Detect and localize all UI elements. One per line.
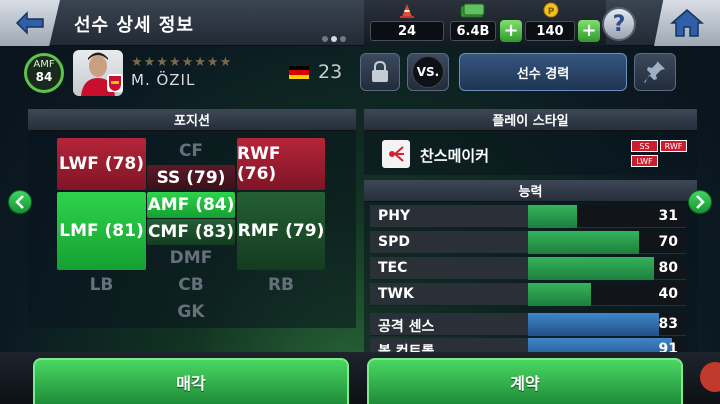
position-cb: CB	[178, 275, 204, 295]
position-ss: SS (79)	[147, 165, 235, 190]
club-badge-icon	[107, 74, 123, 92]
stat-label: TEC	[378, 260, 408, 276]
back-arrow-icon	[15, 11, 44, 35]
stat-bar	[528, 257, 655, 280]
stat-bar	[528, 283, 592, 306]
stat-row-phy: PHY 31	[370, 205, 686, 228]
add-cash-button[interactable]: +	[500, 20, 522, 42]
cone-count: 24	[370, 21, 444, 41]
cash-count: 6.4B	[450, 21, 496, 41]
cash-icon	[460, 3, 485, 18]
position-cf: CF	[178, 141, 204, 161]
pin-button[interactable]	[634, 53, 676, 91]
home-icon	[670, 9, 704, 37]
stat-value: 70	[658, 234, 678, 250]
stat-bar	[528, 231, 639, 254]
player-age: 23	[318, 61, 343, 83]
chance-maker-icon	[382, 140, 410, 168]
lock-button[interactable]	[360, 53, 400, 91]
compare-button[interactable]: VS.	[407, 53, 449, 91]
position-rwf: RWF (76)	[237, 138, 325, 190]
contract-button[interactable]: 계약	[367, 358, 683, 404]
playstyle-tag-lwf: LWF	[631, 155, 658, 167]
career-button[interactable]: 선수 경력	[459, 53, 627, 91]
chevron-right-icon	[696, 195, 705, 209]
help-button[interactable]: ?	[602, 7, 636, 41]
stat-bar	[528, 338, 672, 352]
ability-panel-title: 능력	[364, 180, 697, 202]
stat-value: 80	[658, 260, 678, 276]
stat-label: PHY	[378, 208, 411, 224]
stat-label: TWK	[378, 286, 414, 302]
stat-row-spd: SPD 70	[370, 231, 686, 254]
position-lwf: LWF (78)	[57, 138, 146, 190]
chevron-left-icon	[15, 195, 24, 209]
playstyle-tag-ss: SS	[631, 140, 658, 152]
vs-label: VS.	[412, 56, 444, 88]
stat-label: SPD	[378, 234, 410, 250]
position-lb: LB	[89, 275, 114, 295]
playstyle-panel-title: 플레이 스타일	[364, 109, 697, 131]
player-stars: ★★★★★★★★	[131, 55, 233, 70]
stat-row-ball-control: 볼 컨트롤 91	[370, 338, 686, 352]
home-button[interactable]	[654, 0, 720, 46]
position-rating-badge: AMF 84	[24, 53, 64, 93]
overall-rating: 84	[35, 70, 53, 84]
stat-value: 83	[658, 316, 678, 332]
coin-count: 140	[525, 21, 575, 41]
position-dmf: DMF	[169, 248, 213, 268]
lock-icon	[372, 61, 388, 82]
stat-value: 31	[658, 208, 678, 224]
stat-row-attack-sense: 공격 센스 83	[370, 313, 686, 336]
position-rb: RB	[267, 275, 295, 295]
cone-icon	[400, 4, 414, 18]
stat-value: 40	[658, 286, 678, 302]
add-coin-button[interactable]: +	[578, 20, 600, 42]
stat-bar	[528, 313, 660, 336]
position-label: AMF	[33, 59, 55, 70]
next-player-button[interactable]	[688, 190, 712, 214]
page-indicator	[322, 36, 346, 42]
position-rmf: RMF (79)	[237, 192, 325, 270]
position-cmf: CMF (83)	[147, 219, 235, 245]
stat-row-twk: TWK 40	[370, 283, 686, 306]
position-gk: GK	[177, 302, 205, 322]
stat-label: 공격 센스	[378, 319, 435, 335]
sell-button[interactable]: 매각	[33, 358, 349, 404]
svg-text:P: P	[548, 7, 555, 17]
position-panel-title: 포지션	[28, 109, 356, 131]
stat-value: 91	[658, 341, 678, 352]
previous-player-button[interactable]	[8, 190, 32, 214]
coin-icon: P	[543, 2, 559, 18]
playstyle-tag-rwf: RWF	[660, 140, 687, 152]
position-amf: AMF (84)	[147, 192, 235, 218]
stat-bar	[528, 205, 577, 228]
page-title: 선수 상세 정보	[74, 15, 194, 36]
position-lmf: LMF (81)	[57, 192, 146, 270]
stat-label: 볼 컨트롤	[378, 344, 435, 352]
pin-icon	[644, 61, 665, 83]
player-name: M. ÖZIL	[131, 71, 196, 89]
playstyle-name: 찬스메이커	[420, 147, 490, 165]
nationality-flag-icon	[289, 66, 309, 79]
stat-row-tec: TEC 80	[370, 257, 686, 280]
